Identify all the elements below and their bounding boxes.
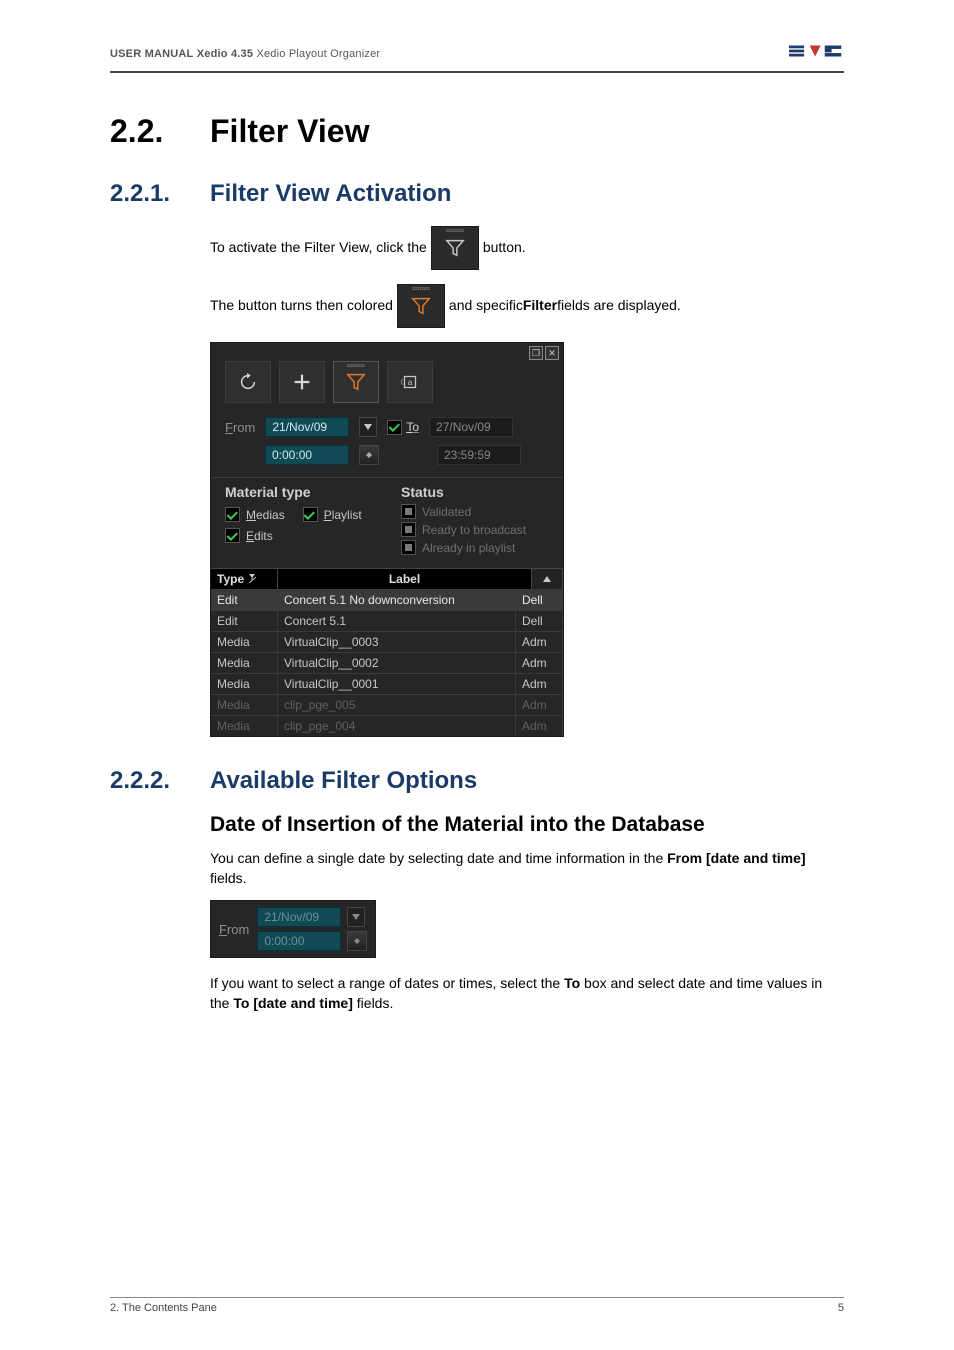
cell-label: VirtualClip__0002 (278, 653, 516, 673)
table-row[interactable]: EditConcert 5.1Dell (211, 610, 563, 631)
footer-right: 5 (838, 1302, 844, 1314)
filter-button-gray[interactable] (431, 226, 479, 270)
table-row[interactable]: MediaVirtualClip__0002Adm (211, 652, 563, 673)
playlist-label: Playlist (324, 508, 362, 522)
material-type-column: Material type Medias Playlist Ed (211, 478, 387, 568)
cell-last: Dell (516, 611, 563, 631)
header-rule (110, 71, 844, 73)
ready-label: Ready to broadcast (422, 523, 526, 537)
cell-type: Media (211, 632, 278, 652)
cell-type: Edit (211, 611, 278, 631)
cell-type: Media (211, 653, 278, 673)
cell-last: Adm (516, 632, 563, 652)
cell-last: Adm (516, 695, 563, 715)
grid-head-type[interactable]: Type (211, 569, 278, 589)
cell-label: Concert 5.1 (278, 611, 516, 631)
cell-label: clip_pge_005 (278, 695, 516, 715)
cell-last: Dell (516, 590, 563, 610)
from-time-spinner[interactable] (359, 445, 379, 465)
cell-type: Media (211, 674, 278, 694)
from-time-input[interactable]: 0:00:00 (265, 445, 349, 465)
grid-head-sort[interactable] (532, 569, 563, 589)
module-name: Xedio Playout Organizer (256, 48, 380, 60)
mini-from-label: From (219, 922, 249, 937)
already-checkbox[interactable] (401, 540, 416, 555)
table-row[interactable]: MediaVirtualClip__0003Adm (211, 631, 563, 652)
h2-title: Filter View (210, 113, 369, 150)
cell-label: Concert 5.1 No downconversion (278, 590, 516, 610)
edits-label: Edits (246, 529, 273, 543)
table-row[interactable]: Mediaclip_pge_004Adm (211, 715, 563, 736)
filter-button-orange[interactable] (397, 284, 445, 328)
grid-head-label[interactable]: Label (278, 569, 532, 589)
h4a-title: Date of Insertion of the Material into t… (210, 813, 844, 837)
h2-number: 2.2. (110, 113, 210, 150)
grid-header: Type Label (211, 568, 563, 589)
evs-logo (789, 40, 844, 67)
h3b-title: Available Filter Options (210, 767, 477, 795)
sort-icon (248, 574, 256, 584)
panel-restore-icon[interactable]: ❐ (529, 346, 543, 360)
playlist-checkbox[interactable] (303, 507, 318, 522)
colored-text-post-a: and specific (449, 296, 523, 316)
footer-left: 2. The Contents Pane (110, 1302, 217, 1314)
cell-last: Adm (516, 674, 563, 694)
to-time-value: 23:59:59 (437, 445, 521, 465)
edits-checkbox[interactable] (225, 528, 240, 543)
toolbar-text-button[interactable]: a (387, 361, 433, 403)
toolbar-add-button[interactable] (279, 361, 325, 403)
status-column: Status Validated Ready to broadcast Alre… (387, 478, 563, 568)
from-label: From (225, 420, 255, 435)
h3b-number: 2.2.2. (110, 767, 210, 795)
status-title: Status (401, 484, 553, 500)
table-row[interactable]: MediaVirtualClip__0001Adm (211, 673, 563, 694)
colored-text-post-b: Filter (523, 296, 557, 316)
from-date-dropdown[interactable] (359, 417, 377, 437)
toolbar-filter-button[interactable] (333, 361, 379, 403)
medias-label: Medias (246, 508, 285, 522)
table-row[interactable]: Mediaclip_pge_005Adm (211, 694, 563, 715)
ready-checkbox[interactable] (401, 522, 416, 537)
from-date-input[interactable]: 21/Nov/09 (265, 417, 349, 437)
cell-label: VirtualClip__0001 (278, 674, 516, 694)
header-text: USER MANUAL Xedio 4.35 Xedio Playout Org… (110, 48, 380, 60)
mini-from-date[interactable]: 21/Nov/09 (257, 907, 341, 927)
from-mini-panel: From 21/Nov/09 0:00:00 (210, 900, 376, 958)
validated-label: Validated (422, 505, 471, 519)
svg-text:a: a (408, 378, 413, 387)
manual-name: USER MANUAL (110, 48, 193, 60)
filter-panel: ❐ ✕ a From 21/Nov/09 (210, 342, 564, 737)
medias-checkbox[interactable] (225, 507, 240, 522)
table-row[interactable]: EditConcert 5.1 No downconversionDell (211, 589, 563, 610)
colored-text-pre: The button turns then colored (210, 296, 393, 316)
already-label: Already in playlist (422, 541, 515, 555)
product-name: Xedio 4.35 (197, 48, 253, 60)
cell-type: Media (211, 695, 278, 715)
to-checkbox[interactable] (387, 420, 402, 435)
h3a-number: 2.2.1. (110, 180, 210, 208)
cell-last: Adm (516, 716, 563, 736)
mini-from-date-dropdown[interactable] (347, 907, 365, 927)
panel-close-icon[interactable]: ✕ (545, 346, 559, 360)
date-range-text: If you want to select a range of dates o… (210, 974, 844, 1013)
validated-checkbox[interactable] (401, 504, 416, 519)
to-date-value: 27/Nov/09 (429, 417, 513, 437)
mini-from-time[interactable]: 0:00:00 (257, 931, 341, 951)
cell-type: Edit (211, 590, 278, 610)
cell-label: VirtualClip__0003 (278, 632, 516, 652)
cell-type: Media (211, 716, 278, 736)
colored-text-post-c: fields are displayed. (557, 296, 681, 316)
cell-label: clip_pge_004 (278, 716, 516, 736)
to-label: To (406, 420, 419, 434)
toolbar-refresh-button[interactable] (225, 361, 271, 403)
activate-text-post: button. (483, 238, 526, 258)
cell-last: Adm (516, 653, 563, 673)
material-type-title: Material type (225, 484, 377, 500)
mini-from-time-spinner[interactable] (347, 931, 367, 951)
activate-text-pre: To activate the Filter View, click the (210, 238, 427, 258)
h3a-title: Filter View Activation (210, 180, 451, 208)
date-single-text: You can define a single date by selectin… (210, 849, 844, 888)
